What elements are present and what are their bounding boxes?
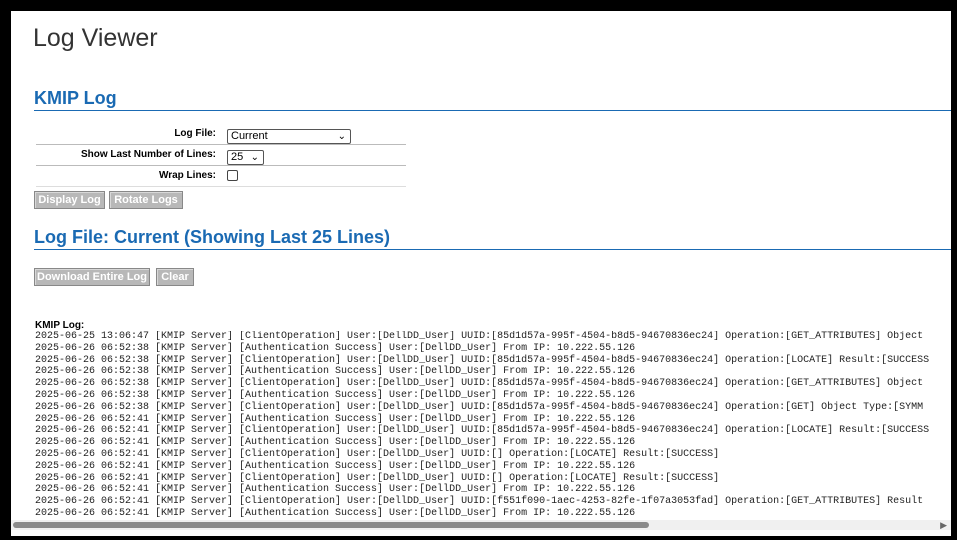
log-file-value: Current xyxy=(231,130,268,142)
show-last-label: Show Last Number of Lines: xyxy=(80,149,216,160)
log-line: 2025-06-26 06:52:41 [KMIP Server] [Clien… xyxy=(35,425,930,437)
kmip-log-label: KMIP Log: xyxy=(35,320,85,331)
horizontal-scrollbar[interactable]: ▶ xyxy=(11,520,951,530)
log-output[interactable]: 2025-06-25 13:06:47 [KMIP Server] [Clien… xyxy=(35,331,951,517)
log-viewer-page: Log Viewer KMIP Log Log File: Current ⌄ … xyxy=(11,11,951,536)
show-last-row: Show Last Number of Lines: 25 ⌄ xyxy=(36,145,406,166)
log-file-label: Log File: xyxy=(174,128,216,139)
log-line: 2025-06-26 06:52:38 [KMIP Server] [Clien… xyxy=(35,354,930,366)
log-line: 2025-06-26 06:52:38 [KMIP Server] [Clien… xyxy=(35,401,924,413)
log-line: 2025-06-26 06:52:41 [KMIP Server] [Authe… xyxy=(35,484,636,496)
arrow-right-icon[interactable]: ▶ xyxy=(940,520,947,530)
log-line: 2025-06-26 06:52:38 [KMIP Server] [Authe… xyxy=(35,366,636,378)
section-divider xyxy=(34,249,951,250)
log-file-row: Log File: Current ⌄ xyxy=(36,124,406,145)
log-file-heading: Log File: Current (Showing Last 25 Lines… xyxy=(34,227,391,247)
log-line: 2025-06-26 06:52:41 [KMIP Server] [Authe… xyxy=(35,507,636,517)
wrap-lines-row: Wrap Lines: xyxy=(36,166,406,187)
chevron-down-icon: ⌄ xyxy=(337,131,346,142)
log-file-select[interactable]: Current ⌄ xyxy=(227,129,351,144)
wrap-lines-checkbox[interactable] xyxy=(227,170,238,181)
show-last-select[interactable]: 25 ⌄ xyxy=(227,150,264,165)
show-last-value: 25 xyxy=(231,151,244,163)
log-line: 2025-06-26 06:52:41 [KMIP Server] [Authe… xyxy=(35,460,636,472)
log-line: 2025-06-26 06:52:38 [KMIP Server] [Clien… xyxy=(35,378,924,390)
download-log-button[interactable]: Download Entire Log xyxy=(34,268,150,286)
chevron-down-icon: ⌄ xyxy=(250,152,259,163)
log-line: 2025-06-26 06:52:38 [KMIP Server] [Authe… xyxy=(35,342,636,354)
log-line: 2025-06-26 06:52:41 [KMIP Server] [Authe… xyxy=(35,437,636,449)
rotate-logs-button[interactable]: Rotate Logs xyxy=(109,191,183,209)
log-line: 2025-06-25 13:06:47 [KMIP Server] [Clien… xyxy=(35,331,924,342)
log-line: 2025-06-26 06:52:38 [KMIP Server] [Authe… xyxy=(35,389,636,401)
window-frame: Log Viewer KMIP Log Log File: Current ⌄ … xyxy=(0,0,957,540)
wrap-lines-label: Wrap Lines: xyxy=(158,170,216,181)
scrollbar-thumb[interactable] xyxy=(13,522,649,528)
log-line: 2025-06-26 06:52:41 [KMIP Server] [Authe… xyxy=(35,413,636,425)
kmip-log-heading: KMIP Log xyxy=(34,88,117,108)
log-line: 2025-06-26 06:52:41 [KMIP Server] [Clien… xyxy=(35,448,720,460)
section-divider xyxy=(34,110,951,111)
display-log-button[interactable]: Display Log xyxy=(34,191,105,209)
page-title: Log Viewer xyxy=(33,24,158,52)
clear-button[interactable]: Clear xyxy=(156,268,194,286)
log-line: 2025-06-26 06:52:41 [KMIP Server] [Clien… xyxy=(35,496,924,508)
log-line: 2025-06-26 06:52:41 [KMIP Server] [Clien… xyxy=(35,472,720,484)
